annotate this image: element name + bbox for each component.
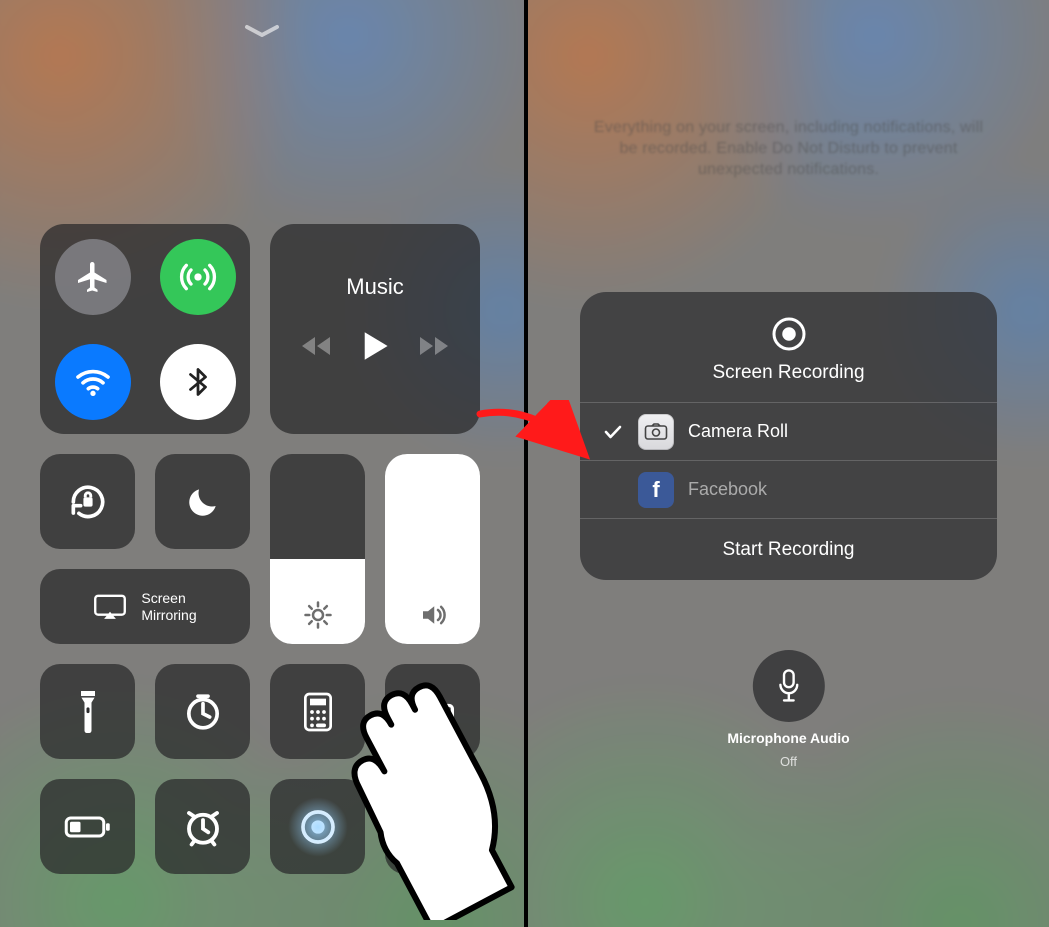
facebook-app-icon: f [638,472,674,508]
battery-icon [64,814,112,840]
airplane-mode-toggle[interactable] [55,239,131,315]
calculator-button[interactable] [270,664,365,759]
volume-icon [385,600,480,630]
screen-mirroring-button[interactable]: Screen Mirroring [40,569,250,644]
wifi-icon [73,362,113,402]
airplay-icon [93,594,127,620]
microphone-label: Microphone Audio [727,730,849,746]
airplane-icon [75,259,111,295]
screen-recording-button[interactable] [270,779,365,874]
microphone-state: Off [780,754,797,769]
checkmark-icon [604,424,622,440]
play-icon[interactable] [361,330,389,367]
photos-app-icon [638,414,674,450]
forward-icon[interactable] [419,335,449,362]
rotation-lock-toggle[interactable] [40,454,135,549]
press-highlight [288,797,348,857]
camera-icon [412,695,454,729]
control-center: Music [40,0,484,927]
flashlight-button[interactable] [40,664,135,759]
microphone-icon [775,668,801,704]
bluetooth-icon [183,362,213,402]
brightness-slider[interactable] [270,454,365,644]
start-recording-label: Start Recording [722,539,854,561]
rotation-lock-icon [66,480,110,524]
destination-camera-roll[interactable]: Camera Roll [580,402,997,460]
alarm-button[interactable] [155,779,250,874]
camera-roll-label: Camera Roll [688,421,788,442]
brightness-icon [270,600,365,630]
recording-warning-text: Everything on your screen, including not… [588,118,989,180]
record-icon [771,316,807,352]
moon-icon [184,483,222,521]
voice-memos-button[interactable] [385,779,480,874]
do-not-disturb-toggle[interactable] [155,454,250,549]
volume-slider[interactable] [385,454,480,644]
connectivity-platter[interactable] [40,224,250,434]
camera-button[interactable] [385,664,480,759]
wifi-toggle[interactable] [55,344,131,420]
dialog-title: Screen Recording [712,362,864,384]
cellular-data-toggle[interactable] [160,239,236,315]
waveform-icon [411,812,455,842]
timer-button[interactable] [155,664,250,759]
microphone-toggle[interactable]: Microphone Audio Off [727,650,849,769]
screen-mirroring-label: Screen Mirroring [141,590,196,622]
music-platter[interactable]: Music [270,224,480,434]
music-title: Music [346,274,403,300]
chevron-down-icon [244,24,280,38]
facebook-label: Facebook [688,479,767,500]
alarm-icon [182,806,224,848]
bluetooth-toggle[interactable] [160,344,236,420]
destination-facebook[interactable]: f Facebook [580,460,997,518]
screen-recording-dialog: Screen Recording Camera Roll f Facebook … [580,292,997,580]
rewind-icon[interactable] [301,335,331,362]
start-recording-button[interactable]: Start Recording [580,518,997,580]
cellular-icon [178,257,218,297]
bottom-controls [40,664,480,874]
low-power-button[interactable] [40,779,135,874]
flashlight-icon [78,691,98,733]
calculator-icon [303,692,333,732]
timer-icon [183,692,223,732]
